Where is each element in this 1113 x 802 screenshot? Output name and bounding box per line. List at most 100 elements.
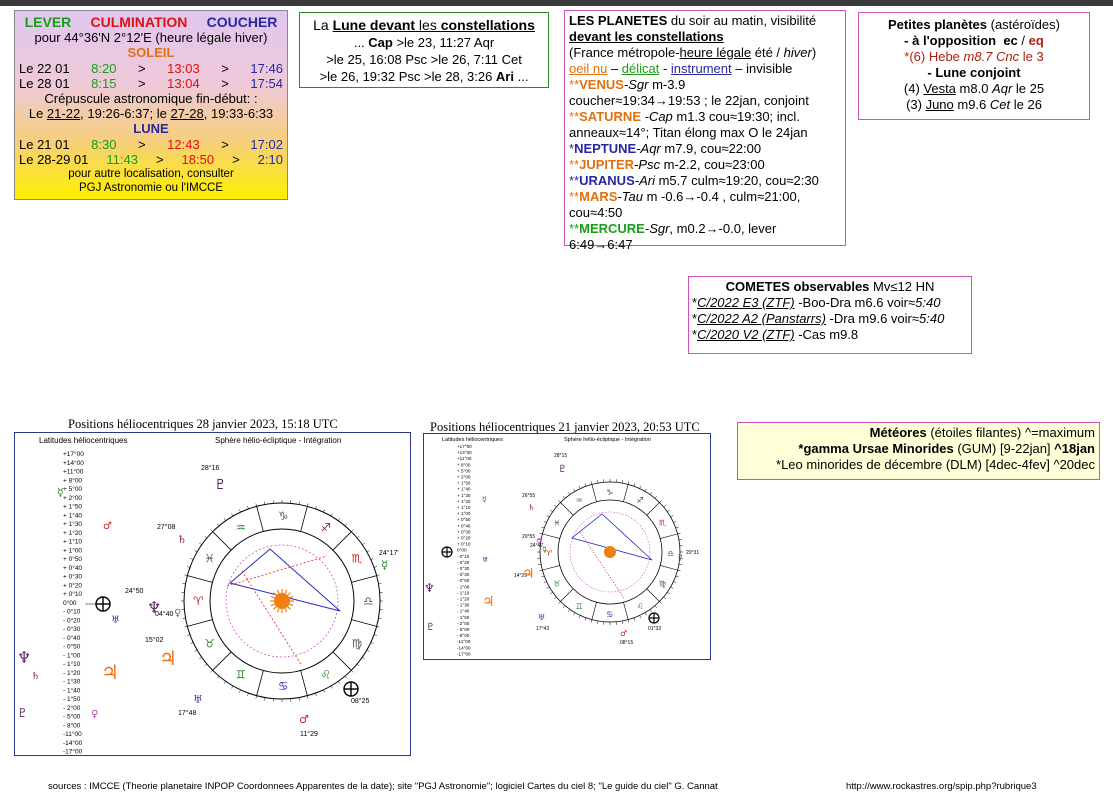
latitude-tick: - 1°10 [63,660,81,668]
chart2-zodiac-wheel: ♈♉♊♋♌♍♎♏♐♑♒♓ [537,479,683,625]
mercury-icon: ☿ [482,495,487,504]
meteors-title: Météores (étoiles filantes) ^=maximum [742,425,1095,441]
ring-tick [356,535,360,539]
text: (4) [903,81,924,96]
ring-tick [659,601,662,604]
lon-label: 26°55 [522,493,535,499]
lon-label: 15°02 [145,636,163,644]
latitude-tick: + 2°00 [63,494,82,502]
ring-tick [378,617,382,619]
text: (France métropole- [569,45,680,60]
planets-title: LES PLANETES du soir au matin, visibilit… [569,13,841,29]
text: ) [811,45,817,60]
text: LES PLANETES [569,13,668,28]
sun-ray [289,595,294,599]
text: m -0.6→-0.4 , culm≈21:00, [642,189,801,204]
ring-tick [621,620,623,624]
latitude-tick: + 0°20 [457,536,471,541]
ring-tick [190,558,194,560]
text: ^18jan [1054,441,1095,456]
text: >le 26, 19:32 Psc >le 28, 3:26 [319,69,496,84]
visibility-legend: oeil nu – délicat - instrument – invisib… [569,61,841,77]
ring-tick [663,504,667,508]
latitude-tick: + 0°30 [63,573,82,581]
lon-label: 08°25 [351,697,369,705]
ring-tick [541,526,545,529]
ring-tick [573,612,576,616]
arrow: > [138,75,146,91]
text: le 3 [1019,49,1044,64]
ring-tick [558,601,561,604]
latitude-tick: - 1°30 [457,603,470,608]
uranus-icon: ♅ [538,613,545,622]
ring-tick [378,583,382,585]
ring-tick [362,542,365,545]
planet-venus: **VENUS-Sgr m-3.9 [569,77,841,93]
row-lever: 8:15 [91,75,117,91]
latitude-tick: -17°00 [457,651,471,656]
ring-tick [597,480,599,484]
text: hiver [783,45,812,60]
zodiac-sign-icon: ♒ [576,495,583,505]
latitude-tick: - 1°50 [63,695,81,703]
text: ** [569,109,580,124]
moon-line: >le 26, 19:32 Psc >le 28, 3:26 Ari ... [300,68,548,85]
comets-box: COMETES observables Mv≤12 HN *C/2022 E3 … [688,276,972,354]
pluto-icon: ♇ [426,622,435,633]
zodiac-sign-icon: ♋ [278,679,288,693]
ring-tick [239,509,241,513]
ring-tick [678,539,682,541]
text: – [607,61,622,76]
ring-tick [338,518,341,521]
row-date: Le 28-29 01 [19,151,89,167]
saturn-icon: ♄ [177,533,187,546]
latitude-tick: - 1°50 [457,615,470,620]
sun-ray [276,589,280,594]
mercury-icon: ☿ [381,558,388,572]
latitude-tick: + 1°30 [63,520,82,528]
pluto-icon: ♇ [214,477,227,493]
ring-spoke [560,502,574,516]
lon-label: 08°15 [620,640,633,646]
latitude-tick: + 1°40 [63,511,82,519]
text: ** [569,173,580,188]
zodiac-sign-icon: ♌ [637,601,644,611]
uranus-icon: ♅ [111,615,120,626]
zodiac-sign-icon: ♊ [236,668,246,682]
latitude-tick: + 1°00 [457,511,471,516]
text: -Tau [617,189,643,204]
row-coucher: 17:54 [250,75,283,91]
ring-spoke [646,588,660,602]
text: URANUS [579,173,635,188]
ring-tick [264,697,266,701]
jupiter-icon: ♃ [522,566,535,582]
ring-tick [567,609,571,612]
text: Petites planètes [888,17,987,32]
text: >le 23, 11:27 Aqr [392,35,495,50]
latitude-tick: -14°00 [63,739,83,747]
ring-tick [307,503,309,507]
latitude-tick: + 1°10 [63,538,82,546]
ring-tick [231,685,234,689]
sun-ray [270,595,275,599]
ring-spoke [332,531,352,551]
date-range: 21-22 [46,106,81,122]
latitude-tick: - 5°00 [457,627,470,632]
text: C/2022 E3 (ZTF) [697,295,795,310]
date-range: 27-28 [170,106,204,122]
text: délicat [621,61,660,76]
latitude-tick: + 8°00 [457,462,471,467]
ring-tick [239,689,241,693]
footer-url[interactable]: http://www.rockastres.org/spip.php?rubri… [846,781,1037,792]
earth-icon [648,612,660,624]
ring-spoke [560,588,574,602]
text: m9.6 [953,97,990,112]
text: ... [513,69,529,84]
ring-tick [597,620,599,624]
text: -Cas m9.8 [794,327,859,342]
row-culm: 12:43 [167,136,200,152]
ring-tick [307,695,309,699]
text: *(6) Hebe [904,49,964,64]
ring-tick [315,506,317,509]
ring-tick [578,615,581,619]
